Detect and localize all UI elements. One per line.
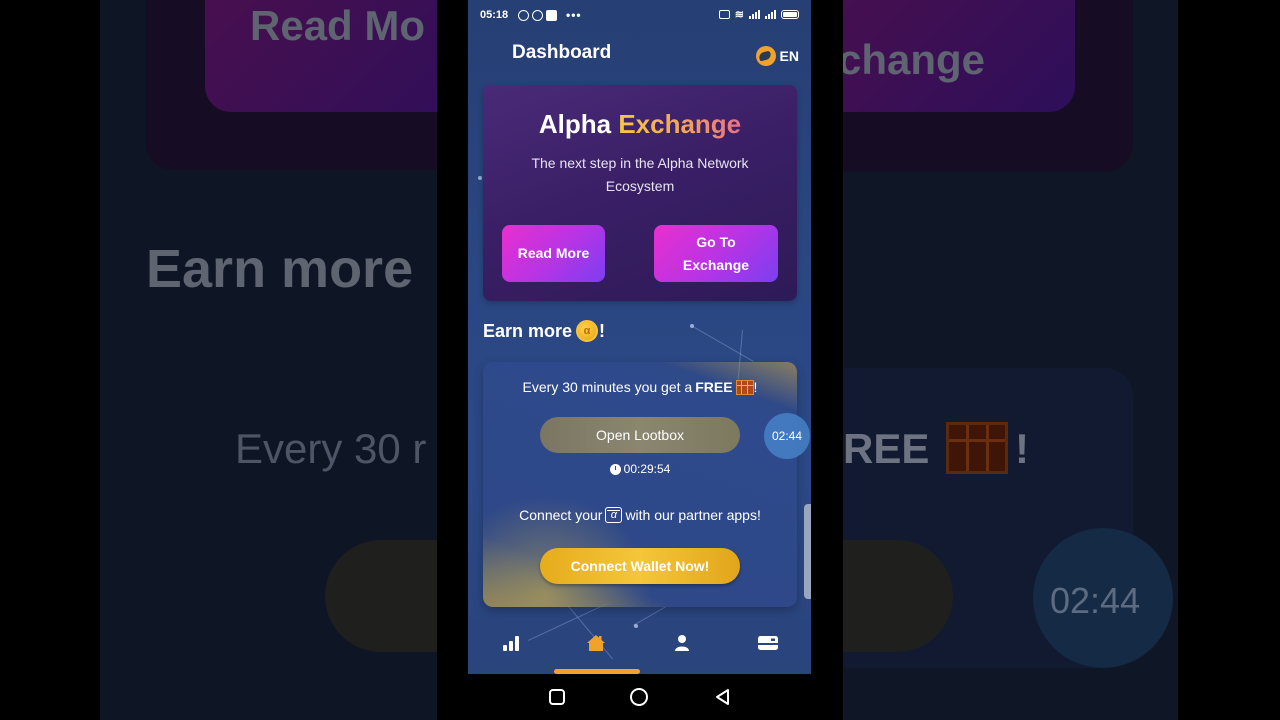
earn-more-heading: Earn more α !	[483, 320, 605, 342]
language-selector[interactable]: EN	[755, 46, 799, 66]
navigation-icon	[532, 9, 543, 21]
blurred-chest-icon	[946, 422, 1008, 474]
network-line	[692, 326, 754, 362]
system-navigation-bar	[468, 674, 811, 720]
bar-chart-icon	[503, 636, 519, 651]
lootbox-card: Every 30 minutes you get a FREE ! Open L…	[483, 362, 797, 607]
lootbox-text-free: FREE	[695, 379, 733, 395]
blurred-every-30-text: Every 30 r	[235, 425, 427, 472]
cast-icon	[718, 10, 730, 19]
status-bar: 05:18 ••• ≋	[468, 0, 811, 30]
blurred-wallet-button	[325, 540, 437, 652]
blurred-exclaim: !	[1015, 425, 1029, 472]
blurred-timer-text: 02:44	[1050, 580, 1141, 621]
title-accent: Exchange	[618, 109, 742, 139]
bottom-navigation	[468, 620, 811, 674]
go-to-exchange-button[interactable]: Go To Exchange	[654, 225, 778, 282]
blurred-backdrop-left: Read Mo Earn more Every 30 r	[100, 0, 437, 720]
record-icon	[518, 9, 529, 21]
alpha-coin-icon: α	[576, 320, 599, 342]
app-badge-icon	[546, 9, 557, 21]
alpha-exchange-card: Alpha Exchange The next step in the Alph…	[483, 85, 797, 301]
blurred-free-text: REE	[843, 425, 930, 472]
alpha-wallet-icon: α	[605, 507, 623, 523]
nav-item-profile[interactable]	[662, 630, 702, 656]
app-screen: 05:18 ••• ≋ Dashboard EN Alpha Exchange …	[468, 0, 811, 674]
nav-item-stats[interactable]	[491, 630, 531, 656]
go-to-exchange-label: Go To Exchange	[682, 233, 750, 273]
connect-text-prefix: Connect your	[519, 507, 603, 523]
lootbox-description: Every 30 minutes you get a FREE !	[483, 379, 797, 395]
countdown-text: 00:29:54	[623, 462, 671, 476]
status-time: 05:18	[480, 9, 509, 21]
globe-icon	[755, 46, 776, 66]
treasure-chest-icon	[735, 379, 754, 395]
back-triangle-icon	[716, 689, 729, 705]
network-node	[690, 324, 694, 328]
nav-item-wallet[interactable]	[748, 630, 788, 656]
earn-more-suffix: !	[599, 320, 606, 341]
connect-wallet-button[interactable]: Connect Wallet Now!	[540, 548, 740, 584]
open-lootbox-button[interactable]: Open Lootbox	[540, 417, 740, 453]
battery-icon	[781, 10, 799, 19]
home-icon	[587, 635, 605, 651]
user-icon	[675, 635, 689, 651]
earn-more-text: Earn more	[483, 320, 573, 341]
letterbox-right	[811, 0, 843, 720]
phone-screen: 05:18 ••• ≋ Dashboard EN Alpha Exchange …	[468, 0, 811, 720]
signal-icon-2	[765, 10, 776, 19]
more-notifications-icon: •••	[566, 8, 582, 22]
alarm-clock-icon	[609, 463, 621, 475]
letterbox-left	[437, 0, 468, 720]
recent-apps-button[interactable]	[549, 689, 565, 705]
system-home-button[interactable]	[630, 688, 648, 706]
title-main: Alpha	[538, 109, 612, 139]
nav-item-home[interactable]	[576, 630, 616, 656]
connect-text-suffix: with our partner apps!	[625, 507, 761, 523]
language-label: EN	[779, 48, 799, 64]
network-node	[478, 176, 482, 180]
signal-icon	[749, 10, 760, 19]
connect-description: Connect your α with our partner apps!	[483, 507, 797, 523]
exchange-card-title: Alpha Exchange	[483, 109, 797, 140]
read-more-button[interactable]: Read More	[502, 225, 605, 282]
lootbox-text-prefix: Every 30 minutes you get a	[522, 379, 693, 395]
blurred-wallet-button	[843, 540, 953, 652]
blurred-backdrop-right: change REE ! 02:44	[843, 0, 1178, 720]
floating-timer-bubble[interactable]: 02:44	[764, 413, 810, 459]
blurred-earn-more-text: Earn more	[146, 239, 414, 299]
lootbox-text-suffix: !	[753, 379, 758, 395]
wifi-icon: ≋	[734, 9, 744, 21]
blurred-exchange-text: change	[843, 36, 986, 83]
card-icon	[758, 636, 778, 650]
exchange-card-subtitle: The next step in the Alpha Network Ecosy…	[531, 155, 749, 194]
video-frame: Read Mo Earn more Every 30 r change REE …	[0, 0, 1280, 720]
lootbox-countdown: 00:29:54	[483, 462, 797, 476]
system-back-button[interactable]	[714, 688, 732, 706]
blurred-read-more-text: Read Mo	[250, 2, 426, 49]
page-title: Dashboard	[512, 42, 612, 63]
scroll-handle[interactable]	[804, 504, 811, 599]
